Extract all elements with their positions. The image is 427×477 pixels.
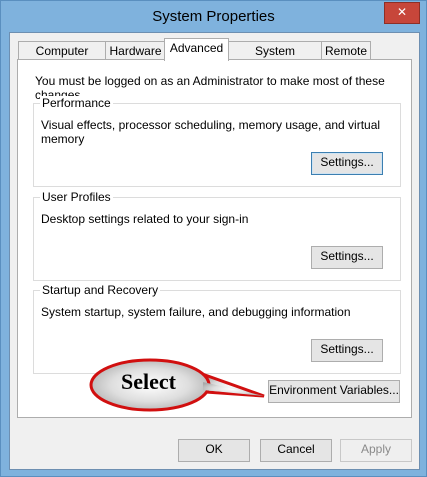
advanced-tab-panel: You must be logged on as an Administrato… — [17, 59, 412, 418]
cancel-button[interactable]: Cancel — [260, 439, 332, 462]
close-icon: ✕ — [396, 5, 408, 19]
user-profiles-group: User Profiles Desktop settings related t… — [33, 190, 401, 281]
tab-remote[interactable]: Remote — [321, 41, 371, 60]
user-profiles-settings-button[interactable]: Settings... — [311, 246, 383, 269]
dialog-client-area: Computer Name Hardware Advanced System P… — [9, 32, 420, 470]
performance-group-title: Performance — [40, 96, 113, 110]
performance-settings-button[interactable]: Settings... — [311, 152, 383, 175]
performance-description: Visual effects, processor scheduling, me… — [41, 118, 381, 146]
window-title: System Properties — [152, 8, 275, 25]
select-callout-label: Select — [121, 369, 176, 394]
startup-recovery-description: System startup, system failure, and debu… — [41, 305, 351, 319]
tab-hardware[interactable]: Hardware — [105, 41, 166, 60]
startup-recovery-group: Startup and Recovery System startup, sys… — [33, 283, 401, 374]
ok-button[interactable]: OK — [178, 439, 250, 462]
user-profiles-description: Desktop settings related to your sign-in — [41, 212, 249, 226]
tab-system-protection[interactable]: System Protection — [228, 41, 322, 76]
tab-advanced[interactable]: Advanced — [164, 38, 229, 61]
close-button[interactable]: ✕ — [384, 2, 420, 24]
tab-computer-name[interactable]: Computer Name — [18, 41, 106, 76]
user-profiles-group-title: User Profiles — [40, 190, 113, 204]
startup-recovery-settings-button[interactable]: Settings... — [311, 339, 383, 362]
performance-group: Performance Visual effects, processor sc… — [33, 96, 401, 187]
apply-button[interactable]: Apply — [340, 439, 412, 462]
title-bar: System Properties ✕ — [1, 1, 426, 31]
startup-recovery-group-title: Startup and Recovery — [40, 283, 161, 297]
environment-variables-button[interactable]: Environment Variables... — [268, 380, 400, 403]
system-properties-window: System Properties ✕ Computer Name Hardwa… — [0, 0, 427, 477]
